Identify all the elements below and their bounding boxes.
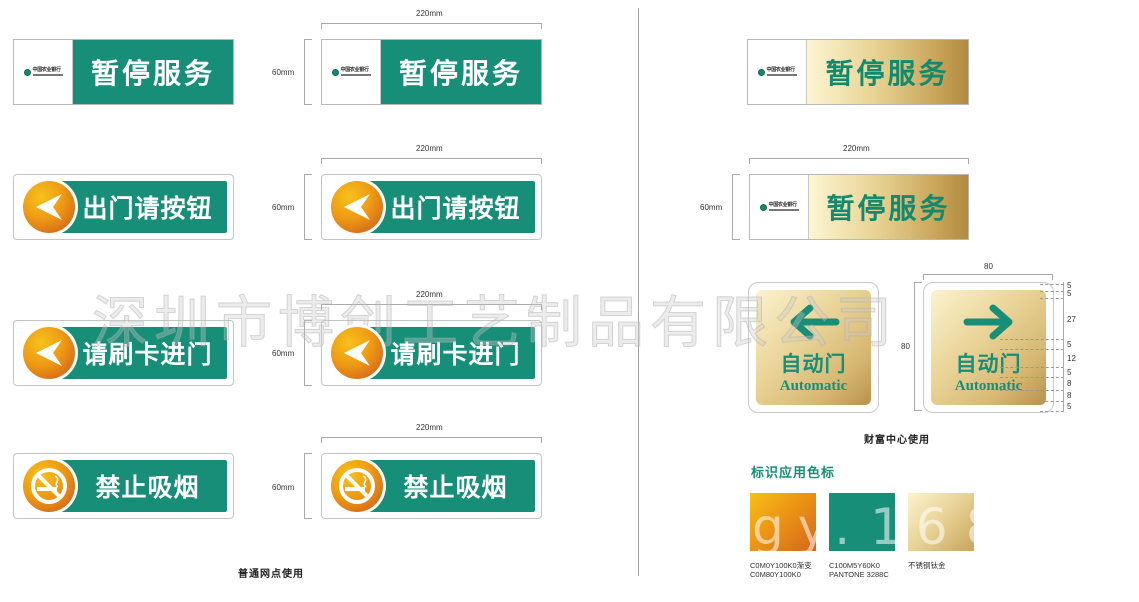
caption-wealth-center: 财富中心使用 [864, 435, 930, 446]
segment-label: 12 [1067, 354, 1076, 363]
segment-label: 8 [1067, 391, 1072, 400]
sign-no-smoking-dimensioned: 禁止吸烟 [321, 453, 542, 519]
swatch-label-line: C0M0Y100K0渐变 [750, 561, 812, 570]
segment-guide [1000, 377, 1064, 378]
arrow-left-icon [328, 178, 386, 236]
sign-text-en: Automatic [779, 378, 848, 394]
height-dimension-label: 60mm [272, 68, 295, 77]
swatch-label-line: 不锈钢钛金 [908, 561, 946, 570]
width-dimension-line [321, 23, 542, 29]
height-dimension-line [304, 39, 312, 105]
square-height-line [914, 282, 922, 411]
square-width-label: 80 [984, 262, 993, 271]
sign-pause-service-gold-dimensioned: 中国农业银行 暂停服务 [749, 174, 969, 240]
sign-text-cn: 自动门 [955, 351, 1022, 376]
swatch-gold [908, 493, 974, 551]
sign-text: 暂停服务 [73, 40, 233, 104]
bank-logo-cell: 中国农业银行 [322, 40, 381, 104]
sign-text-en: Automatic [954, 378, 1023, 394]
height-dimension-label: 60mm [272, 483, 295, 492]
sign-text: 暂停服务 [809, 175, 968, 239]
arrow-left-icon [20, 178, 78, 236]
sign-text: 暂停服务 [807, 40, 968, 104]
bank-logo-icon: 中国农业银行 [759, 202, 799, 211]
height-dimension-line [304, 174, 312, 240]
sign-automatic-door-left: 自动门 Automatic [748, 282, 879, 413]
segment-guide [1040, 284, 1064, 285]
width-dimension-label: 220mm [416, 423, 443, 432]
height-dimension-label: 60mm [272, 203, 295, 212]
segment-axis [1063, 282, 1064, 412]
bank-logo-cell: 中国农业银行 [14, 40, 73, 104]
swatch-green [829, 493, 895, 551]
bank-logo-icon: 中国农业银行 [331, 67, 371, 76]
sign-automatic-door-right: 自动门 Automatic [923, 282, 1054, 413]
bank-logo-icon: 中国农业银行 [23, 67, 63, 76]
sign-swipe-card: 请刷卡进门 [13, 320, 234, 386]
swatch-label: 不锈钢钛金 [908, 561, 946, 570]
swatch-label: C0M0Y100K0渐变 C0M80Y100K0 [750, 561, 812, 579]
sign-text: 暂停服务 [381, 40, 541, 104]
section-divider [638, 8, 639, 576]
width-dimension-line [321, 437, 542, 443]
width-dimension-line [321, 158, 542, 164]
height-dimension-line [304, 453, 312, 519]
arrow-left-icon [788, 304, 840, 340]
bank-name: 中国农业银行 [340, 67, 370, 73]
sign-text-cn: 自动门 [780, 351, 847, 376]
bank-name: 中国农业银行 [32, 67, 62, 73]
arrow-left-icon [20, 324, 78, 382]
segment-label: 5 [1067, 402, 1072, 411]
segment-label: 5 [1067, 340, 1072, 349]
no-smoking-icon [20, 457, 78, 515]
segment-label: 8 [1067, 379, 1072, 388]
width-dimension-line [321, 304, 542, 310]
segment-guide [1040, 291, 1064, 292]
sign-swipe-card-dimensioned: 请刷卡进门 [321, 320, 542, 386]
caption-standard-branch: 普通网点使用 [238, 569, 304, 580]
width-dimension-line [749, 158, 969, 164]
swatch-label-line: C0M80Y100K0 [750, 570, 801, 579]
segment-guide [1000, 339, 1064, 340]
width-dimension-label: 220mm [416, 290, 443, 299]
sign-pause-service-dimensioned: 中国农业银行 暂停服务 [321, 39, 542, 105]
bank-logo-cell: 中国农业银行 [750, 175, 809, 239]
sign-no-smoking: 禁止吸烟 [13, 453, 234, 519]
bank-logo-icon: 中国农业银行 [757, 67, 797, 76]
square-height-label: 80 [901, 342, 910, 351]
height-dimension-line [304, 320, 312, 386]
segment-label: 5 [1067, 368, 1072, 377]
height-dimension-line [732, 174, 740, 240]
sign-pause-service: 中国农业银行 暂停服务 [13, 39, 234, 105]
segment-guide [1000, 390, 1064, 391]
segment-guide [1040, 411, 1064, 412]
bank-name: 中国农业银行 [766, 67, 796, 73]
square-width-line [923, 274, 1053, 280]
arrow-right-icon [963, 304, 1015, 340]
segment-label: 27 [1067, 315, 1076, 324]
no-smoking-icon [328, 457, 386, 515]
swatch-label: C100M5Y60K0 PANTONE 3288C [829, 561, 889, 579]
height-dimension-label: 60mm [700, 203, 723, 212]
bank-name: 中国农业银行 [768, 202, 798, 208]
sign-exit-button: 出门请按钮 [13, 174, 234, 240]
segment-guide [1040, 298, 1064, 299]
swatch-label-line: PANTONE 3288C [829, 570, 889, 579]
sign-exit-button-dimensioned: 出门请按钮 [321, 174, 542, 240]
width-dimension-label: 220mm [416, 144, 443, 153]
arrow-left-icon [328, 324, 386, 382]
height-dimension-label: 60mm [272, 349, 295, 358]
segment-guide [1040, 401, 1064, 402]
sign-pause-service-gold: 中国农业银行 暂停服务 [747, 39, 969, 105]
segment-guide [1000, 349, 1064, 350]
site-watermark-part: 88. [965, 498, 1088, 556]
segment-guide [1000, 367, 1064, 368]
bank-logo-cell: 中国农业银行 [748, 40, 807, 104]
width-dimension-label: 220mm [843, 144, 870, 153]
segment-label: 5 [1067, 289, 1072, 298]
palette-title: 标识应用色标 [751, 466, 836, 481]
swatch-label-line: C100M5Y60K0 [829, 561, 880, 570]
width-dimension-label: 220mm [416, 9, 443, 18]
swatch-orange-gradient [750, 493, 816, 551]
